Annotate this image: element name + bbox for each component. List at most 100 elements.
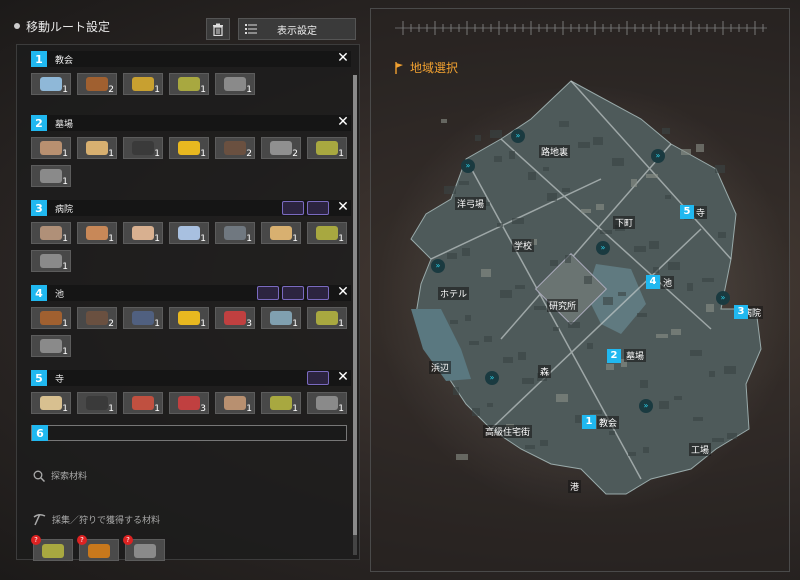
material-slot[interactable]: 2 (261, 137, 301, 159)
area-label[interactable]: 教会 (597, 416, 620, 429)
glove-tool-icon (282, 201, 304, 215)
material-count: 2 (108, 85, 114, 95)
material-slot[interactable]: 1 (169, 137, 209, 159)
map-building (472, 408, 480, 416)
stop-name: 寺 (55, 374, 65, 385)
material-slot[interactable]: 1 (169, 222, 209, 244)
area-label[interactable]: ホテル (438, 287, 470, 300)
material-count: 1 (292, 319, 298, 329)
material-slot[interactable]: 1 (307, 137, 347, 159)
material-slot[interactable]: 1 (31, 307, 71, 329)
chalice-icon (132, 77, 154, 91)
map-building (662, 128, 670, 134)
unknown-icon: ? (123, 535, 133, 545)
material-count: 1 (62, 404, 68, 414)
remove-stop-button[interactable]: ✕ (335, 285, 351, 301)
map-building (490, 130, 502, 138)
area-label[interactable]: 路地裏 (539, 145, 571, 158)
empty-route-slot[interactable]: 6 (31, 425, 347, 441)
material-slot[interactable]: 1 (215, 222, 255, 244)
area-label[interactable]: 浜辺 (429, 361, 452, 374)
material-slot[interactable]: 1 (31, 335, 71, 357)
material-slot[interactable]: 1 (261, 307, 301, 329)
area-label[interactable]: 寺 (694, 206, 708, 219)
material-slot[interactable]: 1 (31, 222, 71, 244)
scrollbar[interactable] (353, 75, 357, 555)
area-label[interactable]: 高級住宅街 (483, 425, 533, 438)
material-slot[interactable]: 1 (169, 73, 209, 95)
remove-stop-button[interactable]: ✕ (335, 115, 351, 131)
route-stop[interactable]: 4 池 ✕ 1 2 1 1 3 1 1 1 (31, 285, 351, 357)
material-slot[interactable]: 1 (123, 392, 163, 414)
map-building (522, 378, 534, 384)
material-slot[interactable]: 1 (307, 222, 347, 244)
fast-travel-icon[interactable]: » (596, 241, 610, 255)
material-slot[interactable]: 1 (123, 307, 163, 329)
material-slot[interactable]: 1 (307, 392, 347, 414)
material-slot[interactable]: 1 (261, 222, 301, 244)
pickaxe-icon (33, 513, 46, 526)
remove-stop-button[interactable]: ✕ (335, 200, 351, 216)
bottle-icon (40, 77, 62, 91)
material-slot[interactable]: 2 (77, 307, 117, 329)
area-label[interactable]: 港 (568, 480, 582, 493)
area-label[interactable]: 学校 (512, 239, 535, 252)
material-slot[interactable]: 1 (31, 165, 71, 187)
material-slot[interactable]: 2 (77, 73, 117, 95)
material-count: 1 (154, 319, 160, 329)
material-slot[interactable]: 2 (215, 137, 255, 159)
needed-material-slot[interactable]: ? (123, 535, 165, 561)
area-label[interactable]: 墓場 (624, 349, 647, 362)
area-label[interactable]: 池 (661, 276, 675, 289)
material-slot[interactable]: 1 (123, 73, 163, 95)
material-slot[interactable]: 1 (169, 307, 209, 329)
gather-materials-section: 採集／狩りで獲得する材料 (33, 513, 160, 526)
material-slot[interactable]: 1 (31, 250, 71, 272)
leather-icon (40, 226, 62, 240)
scrollbar-thumb[interactable] (353, 75, 357, 535)
search-materials-section: 探索材料 (33, 469, 87, 482)
material-slot[interactable]: 1 (31, 73, 71, 95)
route-stop[interactable]: 5 寺 ✕ 1 1 1 3 1 1 1 (31, 370, 351, 414)
material-slot[interactable]: 1 (215, 73, 255, 95)
route-stop[interactable]: 1 教会 ✕ 1 2 1 1 1 (31, 51, 351, 95)
remove-stop-button[interactable]: ✕ (335, 51, 351, 67)
route-stop[interactable]: 3 病院 ✕ 1 1 1 1 1 1 1 1 (31, 200, 351, 272)
material-slot[interactable]: 1 (261, 392, 301, 414)
fast-travel-icon[interactable]: » (431, 259, 445, 273)
remove-stop-button[interactable]: ✕ (335, 370, 351, 386)
material-slot[interactable]: 1 (123, 137, 163, 159)
fast-travel-icon[interactable]: » (461, 159, 475, 173)
area-label[interactable]: 工場 (689, 443, 712, 456)
material-slot[interactable]: 1 (77, 137, 117, 159)
route-stop[interactable]: 2 墓場 ✕ 1 1 1 1 2 2 1 1 (31, 115, 351, 187)
search-icon (33, 470, 45, 482)
trash-button[interactable] (206, 18, 230, 40)
area-label[interactable]: 研究所 (547, 299, 579, 312)
material-slot[interactable]: 1 (77, 222, 117, 244)
leather-icon (224, 396, 246, 410)
fast-travel-icon[interactable]: » (716, 291, 730, 305)
material-slot[interactable]: 1 (123, 222, 163, 244)
material-slot[interactable]: 1 (31, 392, 71, 414)
route-number-badge: 1 (582, 415, 596, 429)
display-settings-button[interactable]: 表示設定 (238, 18, 356, 40)
material-slot[interactable]: 3 (169, 392, 209, 414)
map-building (528, 172, 536, 180)
material-slot[interactable]: 1 (307, 307, 347, 329)
map-building (609, 431, 615, 435)
area-label[interactable]: 洋弓場 (455, 197, 487, 210)
area-label[interactable]: 下町 (613, 216, 636, 229)
needed-material-slot[interactable]: ? (77, 535, 119, 561)
material-slot[interactable]: 1 (215, 392, 255, 414)
map-building (674, 396, 682, 400)
area-label[interactable]: 森 (538, 365, 552, 378)
fast-travel-icon[interactable]: » (651, 149, 665, 163)
material-slot[interactable]: 1 (77, 392, 117, 414)
fast-travel-icon[interactable]: » (511, 129, 525, 143)
fast-travel-icon[interactable]: » (485, 371, 499, 385)
needed-material-slot[interactable]: ? (31, 535, 73, 561)
material-slot[interactable]: 1 (31, 137, 71, 159)
fast-travel-icon[interactable]: » (639, 399, 653, 413)
material-slot[interactable]: 3 (215, 307, 255, 329)
